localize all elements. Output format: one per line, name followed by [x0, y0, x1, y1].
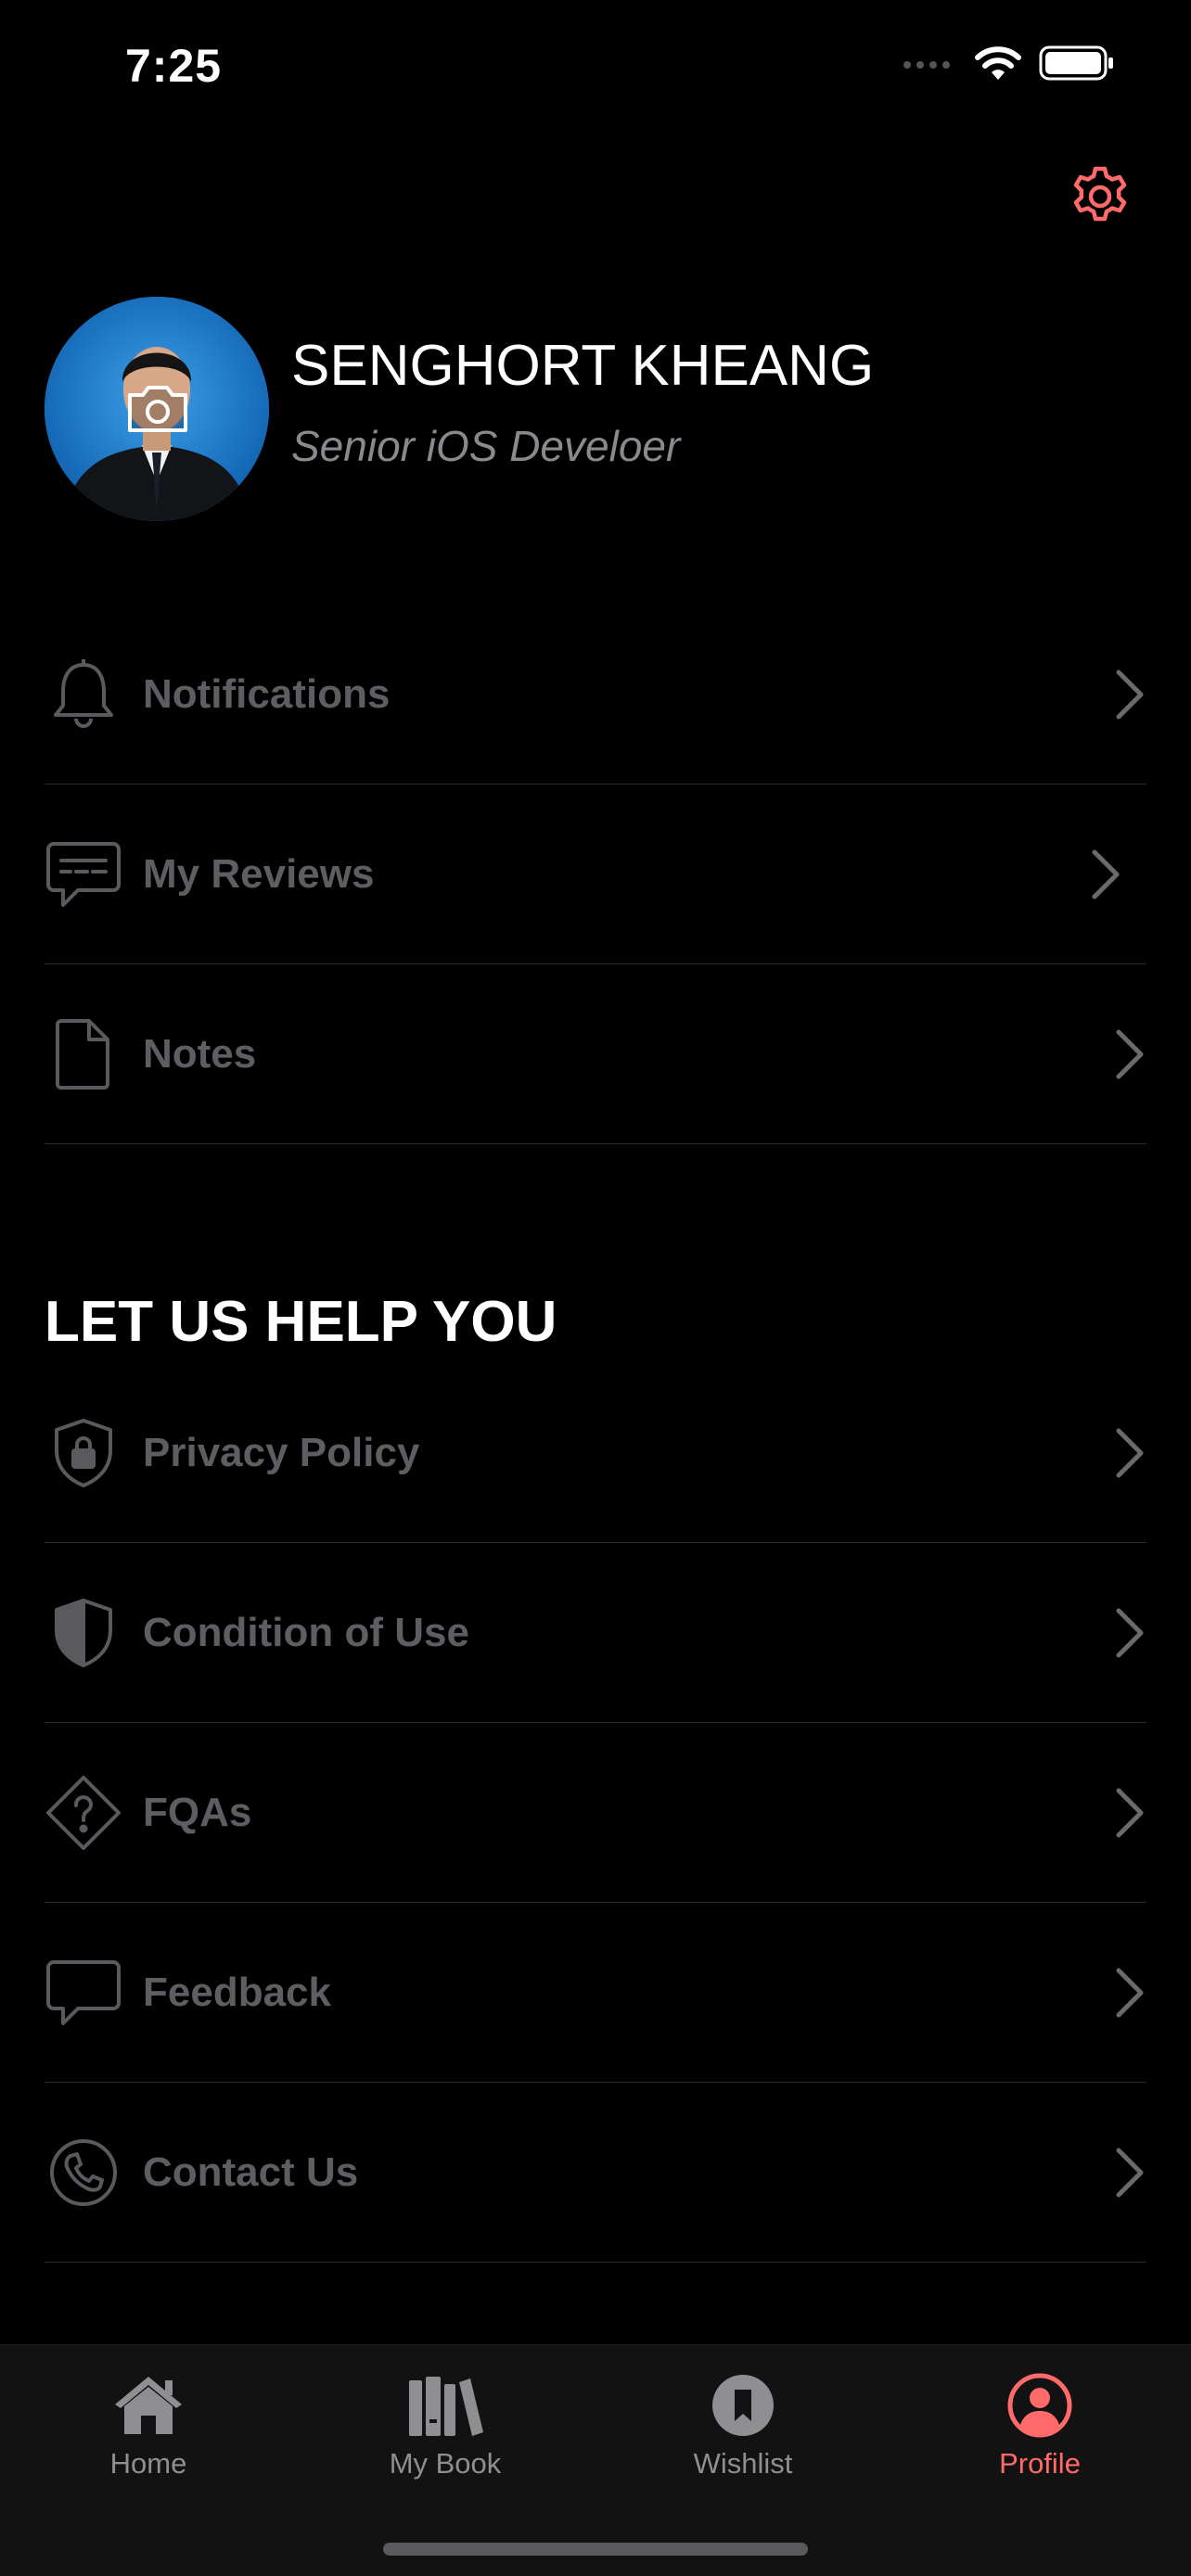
phone-circle-icon [45, 2134, 122, 2212]
tab-home[interactable]: Home [46, 2373, 250, 2480]
battery-icon [1039, 45, 1113, 81]
tab-label: My Book [389, 2447, 502, 2480]
shield-half-icon [45, 1594, 122, 1672]
settings-button[interactable] [1067, 163, 1133, 230]
speech-bubble-icon [45, 1954, 122, 2032]
menu-label: Feedback [143, 1969, 331, 2015]
menu-label: My Reviews [143, 850, 375, 897]
profile-role: Senior iOS Develoer [291, 421, 681, 470]
section-title: LET US HELP YOU [45, 1290, 557, 1354]
menu-item-privacy-policy[interactable]: Privacy Policy [45, 1363, 1146, 1543]
tab-label: Profile [999, 2447, 1081, 2480]
house-icon [115, 2377, 182, 2434]
chevron-right-icon [1116, 1788, 1144, 1837]
menu-item-fqas[interactable]: FQAs [45, 1723, 1146, 1903]
status-bar: 7:25 [0, 0, 1191, 139]
account-menu: Notifications My Reviews Notes [45, 605, 1146, 1144]
wifi-icon [975, 46, 1021, 80]
menu-item-notes[interactable]: Notes [45, 964, 1146, 1144]
menu-label: Notifications [143, 670, 391, 717]
tab-profile[interactable]: Profile [938, 2373, 1142, 2480]
chat-lines-icon [45, 835, 122, 913]
menu-item-notifications[interactable]: Notifications [45, 605, 1146, 784]
profile-text: SENGHORT KHEANG Senior iOS Develoer [291, 334, 874, 471]
chevron-right-icon [1116, 670, 1144, 719]
tab-wishlist[interactable]: Wishlist [641, 2373, 845, 2480]
person-circle-icon [1007, 2373, 1072, 2438]
chevron-right-icon [1116, 1428, 1144, 1477]
tab-label: Wishlist [693, 2447, 793, 2480]
profile-name: SENGHORT KHEANG [291, 333, 875, 398]
help-menu: Privacy Policy Condition of Use FQAs Fee… [45, 1363, 1146, 2263]
home-indicator [383, 2543, 808, 2556]
menu-item-contact-us[interactable]: Contact Us [45, 2083, 1146, 2263]
chevron-right-icon [1116, 2148, 1144, 2197]
tab-my-book[interactable]: My Book [343, 2373, 547, 2480]
menu-item-my-reviews[interactable]: My Reviews [45, 784, 1146, 964]
camera-icon[interactable] [124, 380, 191, 436]
profile-header: SENGHORT KHEANG Senior iOS Develoer [45, 297, 874, 521]
tab-label: Home [109, 2447, 187, 2480]
tab-bar: Home My Book Wishlist Profile [0, 2344, 1191, 2576]
menu-item-feedback[interactable]: Feedback [45, 1903, 1146, 2083]
menu-label: Condition of Use [143, 1609, 469, 1655]
chevron-right-icon [1116, 1029, 1144, 1078]
status-time: 7:25 [125, 40, 223, 92]
document-icon [45, 1015, 122, 1093]
status-icons [902, 45, 1115, 82]
chevron-right-icon [1092, 849, 1120, 899]
avatar[interactable] [45, 297, 269, 521]
menu-label: Privacy Policy [143, 1429, 420, 1475]
menu-label: FQAs [143, 1789, 252, 1835]
shield-lock-icon [45, 1414, 122, 1492]
cellular-signal-icon [903, 61, 950, 69]
menu-item-condition-of-use[interactable]: Condition of Use [45, 1543, 1146, 1723]
chevron-right-icon [1116, 1968, 1144, 2017]
menu-label: Notes [143, 1030, 257, 1077]
menu-label: Contact Us [143, 2149, 359, 2195]
books-icon [409, 2377, 483, 2436]
bookmark-icon [712, 2375, 774, 2436]
question-diamond-icon [45, 1774, 122, 1852]
chevron-right-icon [1116, 1608, 1144, 1657]
bell-icon [45, 656, 122, 733]
gear-icon [1073, 166, 1127, 222]
